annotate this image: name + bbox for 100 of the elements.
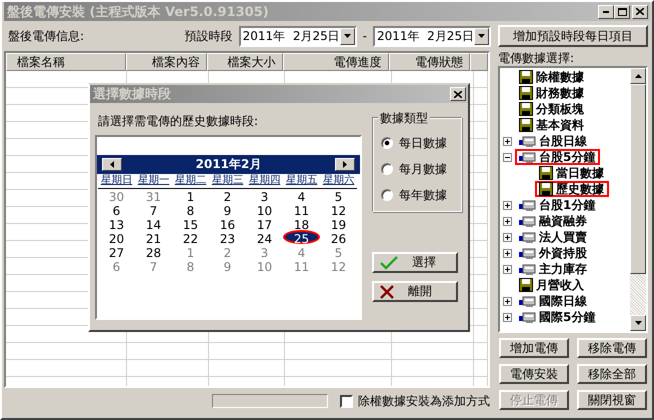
tree-item[interactable]: 台股5分鐘: [515, 149, 600, 165]
collapse-icon[interactable]: [503, 152, 512, 162]
calendar-day[interactable]: 7: [135, 202, 172, 216]
weekday-header: 星期五: [283, 174, 320, 189]
expand-icon[interactable]: [503, 312, 512, 322]
close-button[interactable]: [450, 87, 466, 101]
calendar-day[interactable]: 2: [209, 188, 246, 202]
calendar-day[interactable]: 9: [209, 202, 246, 216]
calendar-day[interactable]: 22: [172, 230, 209, 244]
expand-icon[interactable]: [503, 200, 512, 210]
scrollbar[interactable]: [630, 68, 646, 331]
calendar-day[interactable]: 16: [209, 216, 246, 230]
exit-button[interactable]: 離開: [372, 281, 458, 302]
calendar-day[interactable]: 12: [320, 258, 357, 272]
action-button[interactable]: 電傳安裝: [499, 364, 569, 384]
column-header[interactable]: 檔案內容: [126, 53, 208, 71]
radio-button[interactable]: [381, 137, 393, 149]
radio-option[interactable]: 每月數據: [381, 156, 461, 182]
calendar-day[interactable]: 6: [98, 202, 135, 216]
column-header[interactable]: 電傳進度: [282, 53, 389, 71]
tree-item[interactable]: 分類板塊: [515, 101, 589, 117]
date-picker[interactable]: 2011年 2月25日: [373, 26, 491, 46]
calendar-day[interactable]: 18: [283, 216, 320, 230]
calendar-day[interactable]: 11: [283, 202, 320, 216]
date-picker[interactable]: 2011年 2月25日: [238, 26, 357, 46]
calendar-day[interactable]: 14: [135, 216, 172, 230]
column-header[interactable]: 檔案大小: [207, 53, 283, 71]
tree-item[interactable]: 財務數據: [515, 85, 589, 101]
tree-item[interactable]: 歷史數據: [535, 181, 609, 197]
dialog-title: 選擇數據時段: [93, 86, 171, 103]
tree-item[interactable]: 國際日線: [515, 293, 592, 309]
calendar-day[interactable]: 24: [246, 230, 283, 244]
radio-button[interactable]: [381, 189, 393, 201]
action-button[interactable]: 關閉視窗: [577, 390, 647, 410]
close-button[interactable]: [632, 4, 648, 18]
tree-item[interactable]: 法人買賣: [515, 229, 592, 245]
select-button[interactable]: 選擇: [372, 252, 458, 273]
calendar-day[interactable]: 8: [172, 202, 209, 216]
tree-item[interactable]: 台股1分鐘: [515, 197, 600, 213]
calendar-day[interactable]: 7: [135, 258, 172, 272]
scroll-thumb[interactable]: [630, 84, 646, 274]
expand-icon[interactable]: [503, 264, 512, 274]
calendar-day[interactable]: 12: [320, 202, 357, 216]
calendar-day[interactable]: 17: [246, 216, 283, 230]
action-button[interactable]: 增加電傳: [499, 338, 569, 358]
action-button[interactable]: 移除全部: [577, 364, 647, 384]
calendar-day[interactable]: 6: [98, 258, 135, 272]
radio-option[interactable]: 每日數據: [381, 130, 461, 156]
column-header[interactable]: 電傳狀態: [388, 53, 470, 71]
calendar-day[interactable]: 23: [209, 230, 246, 244]
add-period-button[interactable]: 增加預設時段每日項目: [498, 25, 648, 47]
expand-icon[interactable]: [503, 248, 512, 258]
radio-button[interactable]: [381, 163, 393, 175]
calendar-day[interactable]: 30: [98, 188, 135, 202]
scroll-up-icon[interactable]: [634, 74, 642, 78]
radio-option[interactable]: 每年數據: [381, 182, 461, 208]
tree-item[interactable]: 國際5分鐘: [515, 309, 600, 325]
calendar-day[interactable]: 20: [98, 230, 135, 244]
column-header[interactable]: 檔案名稱: [6, 53, 126, 71]
calendar-day[interactable]: 11: [283, 258, 320, 272]
calendar-day[interactable]: 28: [135, 244, 172, 258]
expand-icon[interactable]: [503, 216, 512, 226]
action-button[interactable]: 移除電傳: [577, 338, 647, 358]
calendar-day[interactable]: 15: [172, 216, 209, 230]
tree-item[interactable]: 主力庫存: [515, 261, 592, 277]
calendar-day[interactable]: 13: [98, 216, 135, 230]
calendar-day[interactable]: 10: [246, 258, 283, 272]
calendar-day[interactable]: 4: [283, 244, 320, 258]
minimize-button[interactable]: [598, 4, 614, 18]
tree-item[interactable]: 當日數據: [535, 165, 609, 181]
calendar-day[interactable]: 26: [320, 230, 357, 244]
tree-item[interactable]: 台股日線: [515, 133, 592, 149]
expand-icon[interactable]: [503, 232, 512, 242]
calendar-day[interactable]: 3: [246, 244, 283, 258]
calendar-day[interactable]: 5: [320, 188, 357, 202]
calendar-day[interactable]: 31: [135, 188, 172, 202]
calendar-day[interactable]: 1: [172, 188, 209, 202]
calendar-day[interactable]: 5: [320, 244, 357, 258]
calendar-day[interactable]: 9: [209, 258, 246, 272]
expand-icon[interactable]: [503, 136, 512, 146]
tree-item[interactable]: 除權數據: [515, 69, 589, 85]
tree-item[interactable]: 基本資料: [515, 117, 589, 133]
next-month-button[interactable]: [335, 158, 355, 171]
calendar-day[interactable]: 4: [283, 188, 320, 202]
tree-item[interactable]: 外資持股: [515, 245, 592, 261]
tree-item[interactable]: 月營收入: [515, 277, 589, 293]
calendar-day[interactable]: 8: [172, 258, 209, 272]
calendar-day[interactable]: 27: [98, 244, 135, 258]
expand-icon[interactable]: [503, 296, 512, 306]
calendar-day[interactable]: 2: [209, 244, 246, 258]
calendar-day[interactable]: 10: [246, 202, 283, 216]
calendar-day[interactable]: 1: [172, 244, 209, 258]
scroll-down-icon[interactable]: [634, 321, 642, 325]
calendar-day[interactable]: 21: [135, 230, 172, 244]
calendar-day[interactable]: 19: [320, 216, 357, 230]
maximize-button[interactable]: [614, 4, 630, 18]
calendar-day[interactable]: 3: [246, 188, 283, 202]
tree-item[interactable]: 融資融券: [515, 213, 592, 229]
previous-month-button[interactable]: [102, 158, 122, 171]
checkbox[interactable]: [340, 394, 353, 408]
